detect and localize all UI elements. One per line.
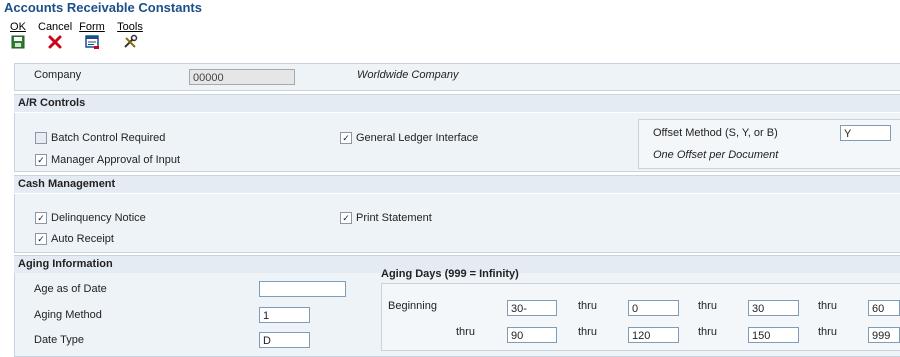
ok-label: OK xyxy=(10,21,26,33)
age-as-of-date-label: Age as of Date xyxy=(34,283,107,295)
auto-receipt-box: ✓ xyxy=(35,233,47,245)
company-name: Worldwide Company xyxy=(357,69,459,81)
manager-approval-checkbox[interactable]: ✓ Manager Approval of Input xyxy=(35,154,180,166)
aging-day-input[interactable]: 60 xyxy=(868,300,900,316)
thru-label: thru xyxy=(578,300,597,312)
thru-label: thru xyxy=(698,300,717,312)
tools-menu-button[interactable]: Tools xyxy=(116,21,144,50)
batch-control-label: Batch Control Required xyxy=(51,132,166,144)
delinquency-notice-box: ✓ xyxy=(35,212,47,224)
form-label: Form xyxy=(79,21,105,33)
print-statement-label: Print Statement xyxy=(356,212,432,224)
form-menu-button[interactable]: Form xyxy=(78,21,106,50)
print-statement-box: ✓ xyxy=(340,212,352,224)
auto-receipt-checkbox[interactable]: ✓ Auto Receipt xyxy=(35,233,114,245)
ok-button[interactable]: OK xyxy=(4,21,32,50)
cancel-label: Cancel xyxy=(38,21,73,33)
date-type-label: Date Type xyxy=(34,334,84,346)
save-icon xyxy=(11,35,25,49)
manager-approval-label: Manager Approval of Input xyxy=(51,154,181,166)
thru-label: thru xyxy=(818,326,837,338)
aging-days-heading: Aging Days (999 = Infinity) xyxy=(381,268,519,280)
company-label: Company xyxy=(34,69,82,81)
cash-management-header: Cash Management xyxy=(14,175,900,193)
form-icon xyxy=(85,35,99,49)
thru-label: thru xyxy=(578,326,597,338)
gl-interface-box: ✓ xyxy=(340,132,352,144)
tools-icon xyxy=(124,34,138,48)
manager-approval-box: ✓ xyxy=(35,154,47,166)
gl-interface-label: General Ledger Interface xyxy=(356,132,479,144)
aging-method-input[interactable]: 1 xyxy=(259,307,310,323)
cancel-x-icon xyxy=(48,35,62,49)
aging-day-input[interactable]: 30 xyxy=(748,300,799,316)
batch-control-checkbox[interactable]: Batch Control Required xyxy=(35,132,165,144)
ar-controls-header: A/R Controls xyxy=(14,94,900,112)
date-type-input[interactable]: D xyxy=(259,332,310,348)
aging-day-input[interactable]: 150 xyxy=(748,327,799,343)
auto-receipt-label: Auto Receipt xyxy=(51,233,114,245)
gl-interface-checkbox[interactable]: ✓ General Ledger Interface xyxy=(340,132,478,144)
tools-label: Tools xyxy=(117,21,143,33)
offset-method-input[interactable]: Y xyxy=(840,125,891,141)
cash-management-panel xyxy=(14,194,900,253)
aging-day-input[interactable]: 0 xyxy=(628,300,679,316)
cancel-button[interactable]: Cancel xyxy=(38,21,72,50)
offset-description: One Offset per Document xyxy=(653,149,779,161)
age-as-of-date-input[interactable] xyxy=(259,281,346,297)
aging-day-input[interactable]: 999 xyxy=(868,327,900,343)
aging-day-input[interactable]: 30- xyxy=(507,300,557,316)
delinquency-notice-label: Delinquency Notice xyxy=(51,212,146,224)
batch-control-box xyxy=(35,132,47,144)
thru-label: thru xyxy=(456,326,475,338)
page-title: Accounts Receivable Constants xyxy=(4,0,202,15)
aging-day-input[interactable]: 90 xyxy=(507,327,557,343)
delinquency-notice-checkbox[interactable]: ✓ Delinquency Notice xyxy=(35,212,146,224)
aging-method-label: Aging Method xyxy=(34,309,102,321)
aging-day-input[interactable]: 120 xyxy=(628,327,679,343)
thru-label: thru xyxy=(698,326,717,338)
thru-label: thru xyxy=(818,300,837,312)
company-field[interactable]: 00000 xyxy=(189,69,295,85)
beginning-label: Beginning xyxy=(388,300,437,312)
offset-method-label: Offset Method (S, Y, or B) xyxy=(653,127,778,139)
print-statement-checkbox[interactable]: ✓ Print Statement xyxy=(340,212,432,224)
